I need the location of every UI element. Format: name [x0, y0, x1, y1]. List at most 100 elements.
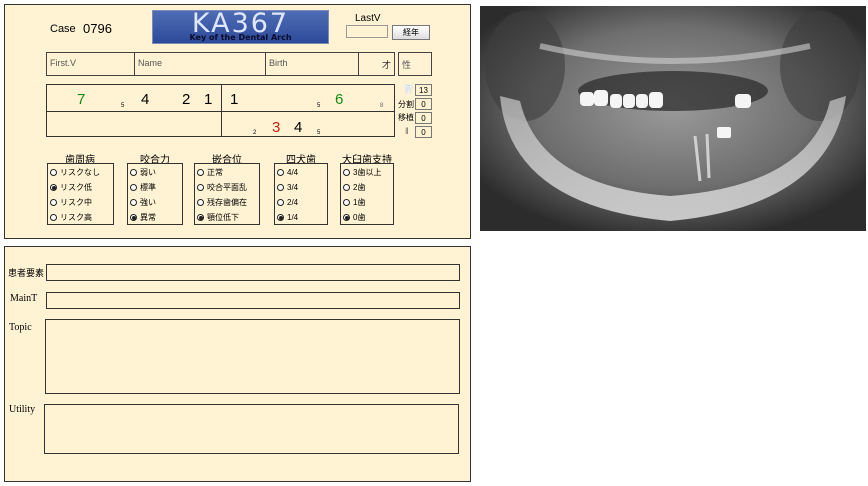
radio-label: 3歯以上 — [353, 168, 382, 177]
tooth-lower-left-4[interactable]: 4 — [294, 120, 302, 135]
periodontal-group: リスクなし リスク低 リスク中 リスク高 — [47, 163, 114, 225]
radio-button-icon[interactable] — [130, 199, 137, 206]
radio-button-icon[interactable] — [197, 184, 204, 191]
utility-field[interactable] — [44, 404, 459, 454]
radio-button-icon[interactable] — [343, 199, 350, 206]
implant-value: 0 — [415, 126, 432, 138]
patient-factors-field[interactable] — [46, 264, 460, 281]
lastv-field[interactable] — [346, 25, 388, 38]
radio-label: 強い — [140, 198, 156, 207]
occlusion-group: 正常 咬合平面乱 残存歯偏在 顎位低下 — [194, 163, 260, 225]
radio-button-icon[interactable] — [197, 199, 204, 206]
maint-field[interactable] — [46, 292, 460, 309]
radio-label: 正常 — [207, 168, 223, 177]
first-visit-field[interactable]: First.V — [46, 52, 135, 76]
tooth-upper-right-2[interactable]: 2 — [182, 92, 190, 107]
radio-option[interactable]: 1/4 — [275, 210, 327, 225]
radio-button-icon[interactable] — [343, 184, 350, 191]
radio-option[interactable]: 3歯以上 — [341, 165, 393, 180]
radio-option[interactable]: リスク中 — [48, 195, 113, 210]
radio-button-icon[interactable] — [197, 169, 204, 176]
radio-label: 異常 — [140, 213, 156, 222]
radio-label: 残存歯偏在 — [207, 198, 247, 207]
tooth-lower-left-3[interactable]: 3 — [272, 120, 280, 135]
radio-option[interactable]: リスクなし — [48, 165, 113, 180]
radio-button-icon[interactable] — [197, 214, 204, 221]
patient-fields-row: First.V Name Birth 才 性 — [46, 52, 432, 76]
radio-button-icon[interactable] — [277, 214, 284, 221]
case-number: 0796 — [83, 21, 112, 36]
radio-option[interactable]: 2歯 — [341, 180, 393, 195]
radio-option[interactable]: 標準 — [128, 180, 182, 195]
tooth-upper-left-6[interactable]: 6 — [335, 92, 343, 107]
tooth-icon: 🦷 — [402, 85, 415, 96]
radio-option[interactable]: 咬合平面乱 — [195, 180, 259, 195]
chart-vertical-divider — [221, 85, 222, 136]
radio-label: リスク低 — [60, 183, 92, 192]
sex-field[interactable]: 性 — [398, 52, 432, 76]
age-field[interactable]: 才 — [358, 52, 395, 76]
radio-button-icon[interactable] — [50, 169, 57, 176]
radio-option[interactable]: 顎位低下 — [195, 210, 259, 225]
tooth-upper-right-4[interactable]: 4 — [141, 92, 149, 107]
implant-icon: ‖ — [405, 126, 409, 136]
radio-button-icon[interactable] — [50, 184, 57, 191]
panoramic-xray-image — [480, 6, 866, 231]
radio-option[interactable]: 0歯 — [341, 210, 393, 225]
radio-option[interactable]: 異常 — [128, 210, 182, 225]
radio-button-icon[interactable] — [277, 169, 284, 176]
radio-label: 弱い — [140, 168, 156, 177]
tooth-upper-right-1[interactable]: 1 — [204, 92, 212, 107]
notes-panel: 患者要素 MainT Topic Utility — [4, 246, 471, 482]
bunkatsu-label: 分割 — [398, 100, 414, 109]
radio-option[interactable]: 強い — [128, 195, 182, 210]
radio-button-icon[interactable] — [130, 214, 137, 221]
radio-button-icon[interactable] — [343, 169, 350, 176]
radio-button-icon[interactable] — [50, 214, 57, 221]
xray-graphic — [480, 6, 866, 231]
canine-group: 4/4 3/4 2/4 1/4 — [274, 163, 328, 225]
tooth-upper-right-5-small[interactable]: 5 — [121, 103, 124, 109]
radio-label: 1歯 — [353, 198, 366, 207]
radio-option[interactable]: 弱い — [128, 165, 182, 180]
topic-field[interactable] — [45, 319, 460, 394]
tooth-upper-left-5-small[interactable]: 5 — [317, 103, 320, 109]
radio-label: リスク中 — [60, 198, 92, 207]
tooth-upper-right-7[interactable]: 7 — [77, 92, 85, 107]
radio-option[interactable]: 1歯 — [341, 195, 393, 210]
radio-button-icon[interactable] — [343, 214, 350, 221]
radio-option[interactable]: リスク高 — [48, 210, 113, 225]
radio-option[interactable]: 正常 — [195, 165, 259, 180]
maint-label: MainT — [10, 293, 38, 304]
name-field[interactable]: Name — [134, 52, 266, 76]
radio-button-icon[interactable] — [50, 199, 57, 206]
radio-label: 2/4 — [287, 198, 299, 207]
radio-label: リスクなし — [60, 168, 100, 177]
radio-label: 3/4 — [287, 183, 299, 192]
tooth-lower-left-5-small[interactable]: 5 — [317, 130, 320, 136]
logo-subtitle: Key of the Dental Arch — [189, 33, 292, 42]
bunkatsu-value: 0 — [415, 98, 432, 110]
radio-label: 4/4 — [287, 168, 299, 177]
case-label: Case — [50, 23, 76, 35]
keinen-button[interactable]: 経年 — [392, 25, 430, 40]
bite-force-group: 弱い 標準 強い 異常 — [127, 163, 183, 225]
radio-option[interactable]: リスク低 — [48, 180, 113, 195]
radio-option[interactable]: 2/4 — [275, 195, 327, 210]
radio-option[interactable]: 3/4 — [275, 180, 327, 195]
utility-label: Utility — [9, 404, 36, 415]
radio-button-icon[interactable] — [130, 169, 137, 176]
radio-button-icon[interactable] — [277, 199, 284, 206]
birth-field[interactable]: Birth — [265, 52, 359, 76]
radio-button-icon[interactable] — [130, 184, 137, 191]
tooth-upper-left-8-small[interactable]: 8 — [380, 103, 383, 109]
ishoku-label: 移植 — [398, 113, 414, 122]
radio-label: 標準 — [140, 183, 156, 192]
tooth-lower-left-2-small[interactable]: 2 — [253, 130, 256, 136]
radio-label: リスク高 — [60, 213, 92, 222]
tooth-upper-left-1[interactable]: 1 — [230, 92, 238, 107]
radio-button-icon[interactable] — [277, 184, 284, 191]
radio-option[interactable]: 4/4 — [275, 165, 327, 180]
molar-support-group: 3歯以上 2歯 1歯 0歯 — [340, 163, 394, 225]
radio-option[interactable]: 残存歯偏在 — [195, 195, 259, 210]
